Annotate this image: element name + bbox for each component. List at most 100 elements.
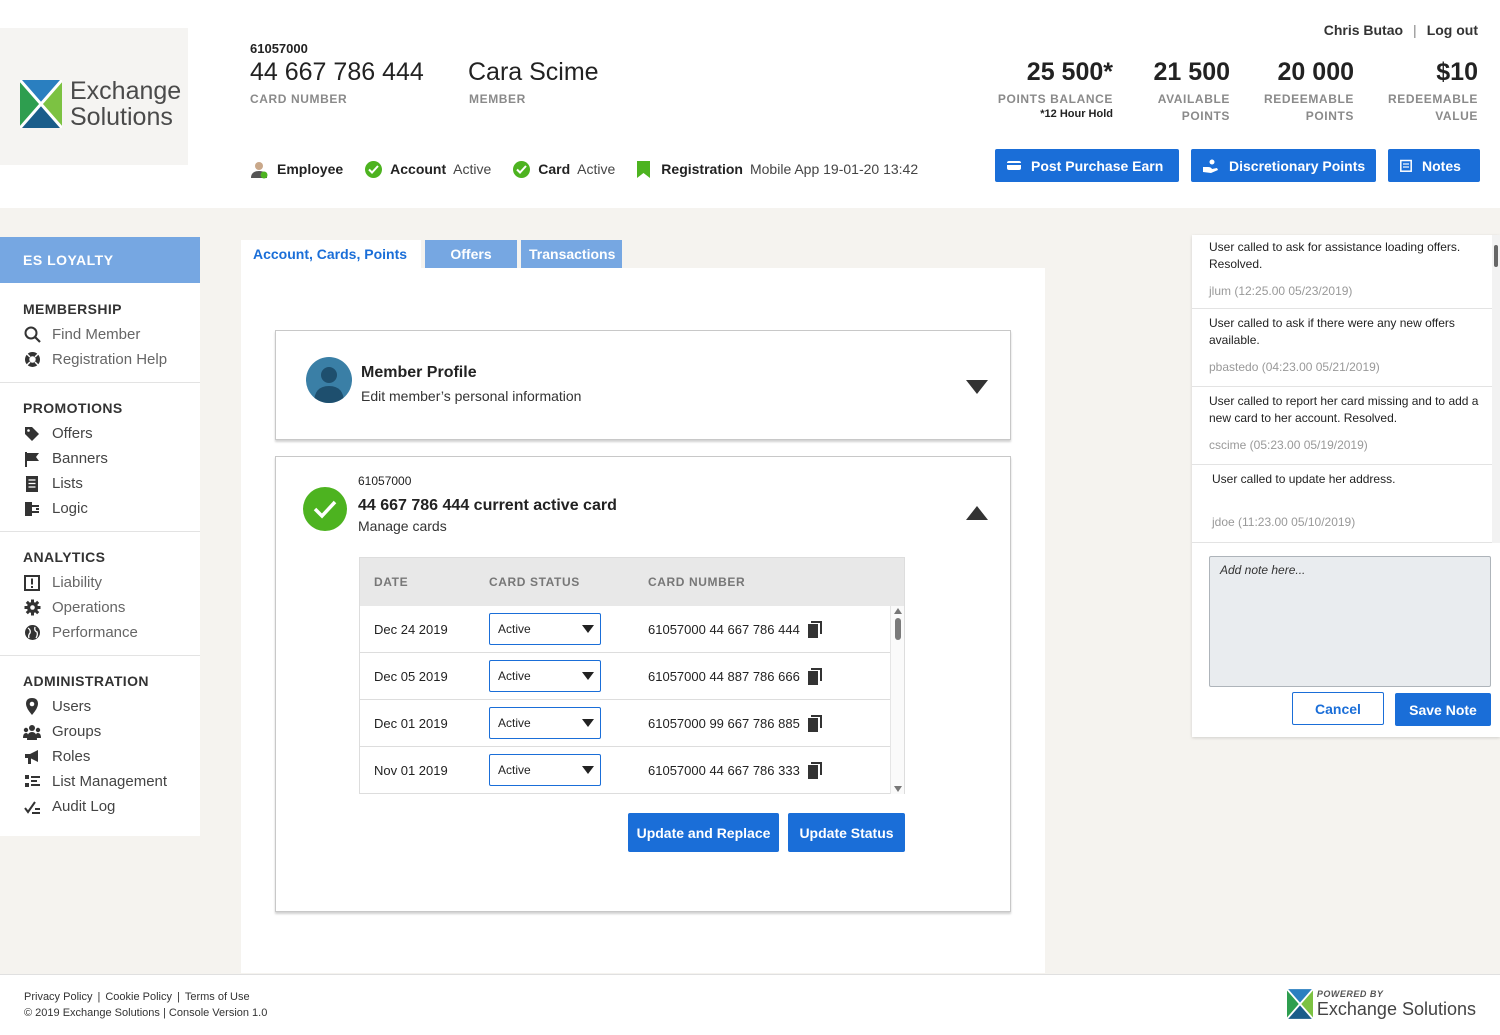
chevron-down-icon <box>582 719 594 727</box>
notes-button[interactable]: Notes <box>1388 149 1480 182</box>
member-profile-accordion[interactable]: Member Profile Edit member’s personal in… <box>275 330 1011 440</box>
copy-icon[interactable] <box>808 762 822 779</box>
separator: | <box>97 991 101 1003</box>
expand-arrow-icon[interactable] <box>966 380 988 394</box>
update-and-replace-button[interactable]: Update and Replace <box>628 813 779 852</box>
megaphone-icon <box>23 748 41 766</box>
sidebar-item-audit-log[interactable]: Audit Log <box>23 794 200 819</box>
sidebar-item-label: List Management <box>52 773 168 790</box>
footer-copyright: © 2019 Exchange Solutions | Console Vers… <box>24 1007 268 1019</box>
scroll-thumb[interactable] <box>1494 245 1498 267</box>
status-select[interactable]: Active <box>489 754 601 786</box>
terms-of-use-link[interactable]: Terms of Use <box>185 991 250 1003</box>
sidebar-item-performance[interactable]: Performance <box>23 620 200 645</box>
sidebar-item-groups[interactable]: Groups <box>23 719 200 744</box>
scroll-up-icon[interactable] <box>894 608 902 614</box>
footer-links: Privacy Policy | Cookie Policy | Terms of Us… <box>24 991 250 1003</box>
card-prefix: 61057000 <box>250 41 308 56</box>
row-date: Dec 24 2019 <box>374 621 448 637</box>
note-item: User called to ask for assistance loadin… <box>1192 235 1492 309</box>
tab-transactions[interactable]: Transactions <box>521 240 622 268</box>
update-status-button[interactable]: Update Status <box>788 813 905 852</box>
logout-link[interactable]: Log out <box>1427 22 1478 38</box>
copy-icon[interactable] <box>808 668 822 685</box>
status-select[interactable]: Active <box>489 613 601 645</box>
sidebar-section-promotions: PROMOTIONS Offers Banners Lists Logic <box>0 383 200 532</box>
row-date: Dec 05 2019 <box>374 668 448 684</box>
status-select[interactable]: Active <box>489 660 601 692</box>
account-label: Account <box>390 161 447 177</box>
stat-value: 21 500 <box>1153 58 1230 86</box>
account-value: Active <box>453 161 492 177</box>
powered-by-logo: POWERED BY Exchange Solutions <box>1286 989 1476 1019</box>
sidebar-section-analytics: ANALYTICS Liability Operations Performan… <box>0 532 200 656</box>
sidebar-item-list-management[interactable]: List Management <box>23 769 200 794</box>
sidebar-section-membership: MEMBERSHIP Find Member Registration Help <box>0 283 200 383</box>
header: Exchange Solutions 61057000 44 667 786 4… <box>0 0 1500 208</box>
scroll-thumb[interactable] <box>895 618 901 640</box>
tab-offers[interactable]: Offers <box>425 240 517 268</box>
sidebar-item-liability[interactable]: Liability <box>23 570 200 595</box>
cookie-policy-link[interactable]: Cookie Policy <box>105 991 172 1003</box>
exchange-solutions-logo-icon <box>1286 989 1313 1019</box>
table-row: Dec 24 2019 Active 61057000 44 667 786 4… <box>360 606 891 653</box>
copy-icon[interactable] <box>808 715 822 732</box>
sidebar-item-offers[interactable]: Offers <box>23 421 200 446</box>
main-tabs: Account, Cards, Points Offers Transactio… <box>241 240 626 268</box>
cards-accordion: 61057000 44 667 786 444 current active c… <box>275 456 1011 912</box>
stat-value: $10 <box>1436 58 1478 86</box>
credit-card-icon <box>1007 160 1021 171</box>
status-select[interactable]: Active <box>489 707 601 739</box>
member-label: MEMBER <box>469 92 526 106</box>
stat-value: 20 000 <box>1277 58 1354 86</box>
discretionary-points-button[interactable]: Discretionary Points <box>1191 149 1376 182</box>
sidebar-item-operations[interactable]: Operations <box>23 595 200 620</box>
sidebar-item-label: Roles <box>52 748 91 765</box>
stat-label: REDEEMABLE VALUE <box>1387 92 1478 123</box>
stat-note: *12 Hour Hold <box>1040 108 1113 120</box>
discretionary-points-label: Discretionary Points <box>1229 157 1366 174</box>
gear-icon <box>23 599 41 617</box>
sidebar-item-banners[interactable]: Banners <box>23 446 200 471</box>
table-header: DATE CARD STATUS CARD NUMBER <box>360 558 904 606</box>
sidebar-es-loyalty[interactable]: ES LOYALTY <box>0 237 200 283</box>
scroll-down-icon[interactable] <box>894 786 902 792</box>
sidebar-heading: ANALYTICS <box>23 549 106 565</box>
user-name[interactable]: Chris Butao <box>1324 22 1403 38</box>
table-scrollbar[interactable] <box>890 606 904 794</box>
stat-value: 25 500* <box>1026 58 1113 86</box>
sidebar-item-lists[interactable]: Lists <box>23 471 200 496</box>
collapse-arrow-icon[interactable] <box>966 506 988 520</box>
table-row: Nov 01 2019 Active 61057000 44 667 786 3… <box>360 747 891 794</box>
stat-label: AVAILABLE POINTS <box>1157 92 1230 123</box>
redeemable-value-stat: $10 REDEEMABLE VALUE <box>1388 58 1478 125</box>
post-purchase-earn-button[interactable]: Post Purchase Earn <box>995 149 1179 182</box>
sidebar-item-roles[interactable]: Roles <box>23 744 200 769</box>
separator: | <box>1413 22 1417 38</box>
post-purchase-earn-label: Post Purchase Earn <box>1031 157 1164 174</box>
sidebar-item-label: Groups <box>52 723 102 740</box>
table-row: Dec 05 2019 Active 61057000 44 887 786 6… <box>360 653 891 700</box>
check-icon <box>365 160 383 178</box>
notes-scrollbar[interactable] <box>1492 235 1500 543</box>
cards-subtitle: Manage cards <box>358 518 447 534</box>
save-note-button[interactable]: Save Note <box>1395 693 1491 726</box>
cancel-button[interactable]: Cancel <box>1292 692 1384 725</box>
notes-label: Notes <box>1422 157 1461 174</box>
copy-icon[interactable] <box>808 621 822 638</box>
note-item: User called to report her card missing a… <box>1192 387 1492 465</box>
lifebuoy-icon <box>23 351 41 369</box>
sidebar-item-registration-help[interactable]: Registration Help <box>23 347 200 372</box>
sidebar-item-logic[interactable]: Logic <box>23 496 200 521</box>
sidebar-heading: PROMOTIONS <box>23 400 123 416</box>
exchange-solutions-logo-icon <box>20 80 62 128</box>
privacy-policy-link[interactable]: Privacy Policy <box>24 991 92 1003</box>
sidebar-item-find-member[interactable]: Find Member <box>23 322 200 347</box>
row-date: Dec 01 2019 <box>374 715 448 731</box>
tab-account-cards-points[interactable]: Account, Cards, Points <box>241 240 421 268</box>
sidebar-item-users[interactable]: Users <box>23 694 200 719</box>
stat-label: POINTS BALANCE <box>997 92 1113 106</box>
notepad-icon <box>1400 159 1412 172</box>
add-note-textarea[interactable]: Add note here... <box>1209 556 1491 687</box>
sidebar-item-label: Banners <box>52 450 108 467</box>
